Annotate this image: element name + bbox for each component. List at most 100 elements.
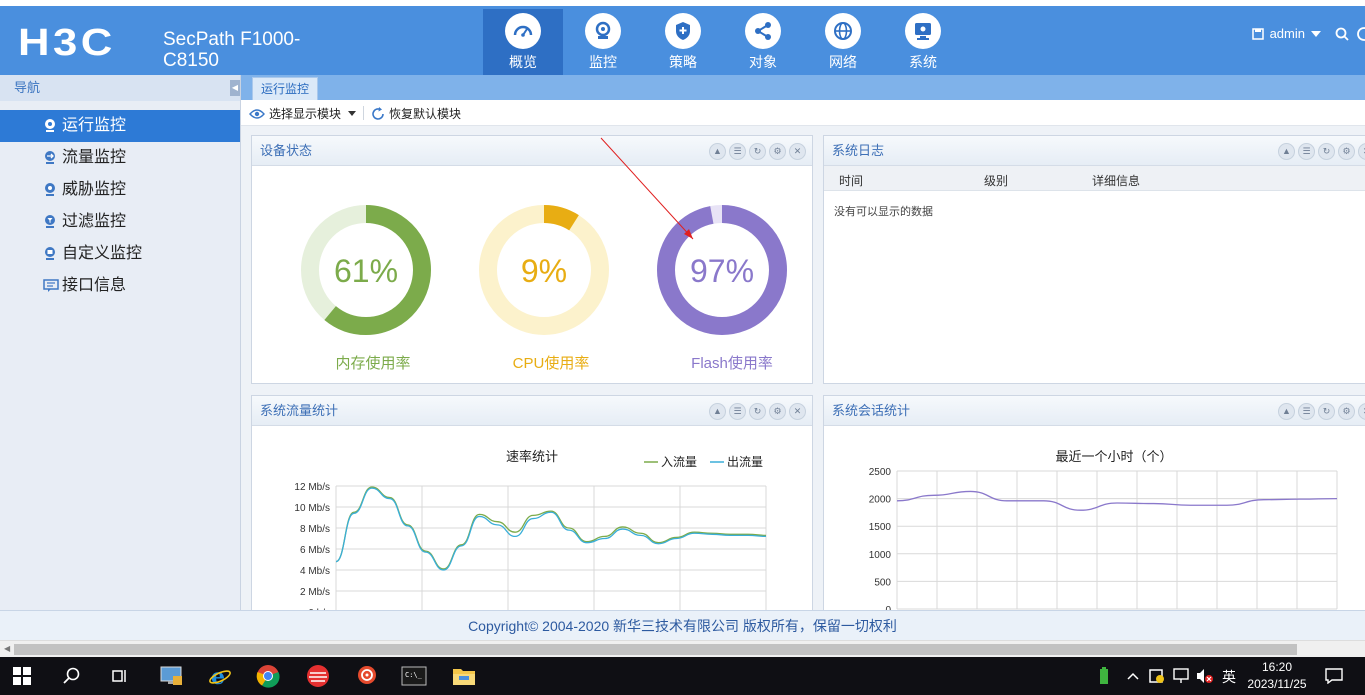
nav-label: 策略 (669, 54, 697, 70)
gear-icon[interactable]: ⚙ (1338, 403, 1355, 420)
collapse-left-icon[interactable]: ◀ (230, 80, 240, 96)
threat-icon (45, 183, 55, 196)
refresh-icon[interactable]: ↻ (1318, 403, 1335, 420)
traffic-icon (45, 151, 55, 164)
file-explorer-icon[interactable] (450, 662, 478, 690)
windows-start-icon[interactable] (8, 662, 36, 690)
sidebar-item-label: 自定义监控 (62, 245, 143, 262)
camera-icon (45, 119, 55, 132)
y-tick-label: 1000 (869, 550, 892, 561)
collapse-icon[interactable]: ▲ (709, 403, 726, 420)
column-header[interactable]: 级别 (984, 172, 1008, 189)
column-header[interactable]: 时间 (839, 172, 863, 189)
nav-object[interactable]: 对象 (723, 9, 803, 75)
notification-icon[interactable] (1320, 662, 1348, 690)
memory-label: 内存使用率 (335, 355, 411, 372)
snail-app-icon[interactable] (352, 662, 380, 690)
traffic-line-chart: 速率统计 12 Mb/s 10 Mb/s 8 Mb/s 6 Mb/s 4 Mb/s 2 Mb… (294, 449, 767, 610)
collapse-icon[interactable]: ▲ (1278, 143, 1295, 160)
chevron-up-icon[interactable] (1122, 662, 1144, 690)
panel-controls: ▲ ☰ ↻ ⚙ ✕ (709, 143, 806, 160)
close-icon[interactable]: ✕ (1358, 403, 1365, 420)
sidebar-item-label: 过滤监控 (62, 213, 127, 230)
cpu-gauge: 9% (474, 200, 614, 340)
search-icon[interactable] (58, 662, 86, 690)
panel-title: 系统会话统计 (832, 403, 911, 418)
search-icon[interactable] (1335, 27, 1349, 41)
panel-controls: ▲ ☰ ↻ ⚙ ✕ (1278, 143, 1365, 160)
task-view-icon[interactable] (106, 662, 134, 690)
sidebar-item-traffic-monitor[interactable]: 流量监控 (0, 142, 240, 174)
refresh-icon[interactable]: ↻ (749, 143, 766, 160)
annotation-arrow (600, 137, 694, 240)
nav-system[interactable]: 系统 (883, 9, 963, 75)
ime-indicator[interactable]: 英 (1222, 667, 1236, 687)
remote-desktop-icon[interactable] (158, 662, 186, 690)
tab-run-monitor[interactable]: 运行监控 (252, 77, 319, 100)
security-tray-icon[interactable] (1146, 662, 1168, 690)
sidebar-item-custom-monitor[interactable]: 自定义监控 (0, 238, 240, 270)
system-log-panel: 系统日志 ▲ ☰ ↻ ⚙ ✕ 时间 级别 详细信息 没有可以显示的数据 (823, 135, 1365, 384)
gear-icon[interactable]: ⚙ (769, 143, 786, 160)
list-icon[interactable]: ☰ (1298, 143, 1315, 160)
chrome-icon[interactable] (254, 662, 282, 690)
list-icon[interactable]: ☰ (729, 403, 746, 420)
cpu-label: CPU使用率 (512, 355, 590, 372)
gauge-value: 61% (334, 253, 398, 289)
sidebar-item-interface-info[interactable]: 接口信息 (0, 270, 240, 302)
list-icon[interactable]: ☰ (729, 143, 746, 160)
chart-title: 速率统计 (506, 449, 558, 464)
nav-network[interactable]: 网络 (803, 9, 883, 75)
flash-label: Flash使用率 (691, 355, 773, 372)
column-header[interactable]: 详细信息 (1092, 172, 1140, 189)
y-tick-label: 500 (874, 577, 891, 588)
nav-monitor[interactable]: 监控 (563, 9, 643, 75)
gear-icon[interactable]: ⚙ (1338, 143, 1355, 160)
sidebar-item-threat-monitor[interactable]: 威胁监控 (0, 174, 240, 206)
collapse-icon[interactable]: ▲ (1278, 403, 1295, 420)
more-icon[interactable] (1355, 26, 1365, 41)
battery-app-icon[interactable] (1093, 662, 1115, 690)
gear-icon[interactable]: ⚙ (769, 403, 786, 420)
restore-default-button[interactable]: 恢复默认模块 (371, 105, 461, 122)
series-line (335, 487, 767, 571)
red-app-icon[interactable] (304, 662, 332, 690)
dashboard-content: 设备状态 ▲ ☰ ↻ ⚙ ✕ 61% 内存使用率 9% CPU使用率 97% F… (241, 126, 1365, 610)
clock[interactable]: 16:20 2023/11/25 (1244, 659, 1310, 693)
nav-policy[interactable]: 策略 (643, 9, 723, 75)
select-modules-button[interactable]: 选择显示模块 (249, 105, 357, 122)
caret-down-icon (348, 111, 357, 116)
ie-browser-icon[interactable]: e (206, 662, 234, 690)
sidebar-item-run-monitor[interactable]: 运行监控 (0, 110, 240, 142)
close-icon[interactable]: ✕ (789, 143, 806, 160)
refresh-icon[interactable]: ↻ (749, 403, 766, 420)
windows-taskbar: e C:\_ 英 16:20 2023/11/25 (0, 657, 1365, 695)
scrollbar-thumb[interactable] (14, 644, 1297, 655)
device-status-panel: 设备状态 ▲ ☰ ↻ ⚙ ✕ 61% 内存使用率 9% CPU使用率 97% F… (251, 135, 813, 384)
list-icon[interactable]: ☰ (1298, 403, 1315, 420)
user-menu[interactable]: admin (1251, 26, 1365, 41)
nav-label: 系统 (909, 54, 937, 70)
close-icon[interactable]: ✕ (1358, 143, 1365, 160)
network-icon[interactable] (1170, 662, 1192, 690)
horizontal-scrollbar[interactable]: ◀ (0, 640, 1365, 657)
y-tick-label: 2000 (869, 495, 892, 506)
module-toolbar: 选择显示模块 恢复默认模块 (241, 100, 1365, 126)
toolbar-divider (363, 106, 364, 120)
scroll-left-icon[interactable]: ◀ (4, 644, 10, 653)
refresh-icon[interactable]: ↻ (1318, 143, 1335, 160)
y-tick-label: 1500 (869, 522, 892, 533)
legend-label[interactable]: 出流量 (727, 455, 763, 469)
close-icon[interactable]: ✕ (789, 403, 806, 420)
collapse-icon[interactable]: ▲ (709, 143, 726, 160)
restore-default-label: 恢复默认模块 (389, 107, 462, 121)
monitor-icon (905, 13, 941, 49)
globe-icon (825, 13, 861, 49)
terminal-icon[interactable]: C:\_ (400, 662, 428, 690)
nav-overview[interactable]: 概览 (483, 9, 563, 75)
legend-label[interactable]: 入流量 (661, 455, 697, 469)
volume-muted-icon[interactable] (1194, 662, 1216, 690)
sidebar-item-filter-monitor[interactable]: 过滤监控 (0, 206, 240, 238)
panel-controls: ▲ ☰ ↻ ⚙ ✕ (1278, 403, 1365, 420)
top-header: H3C SecPath F1000-C8150 概览 监控 策略 对象 网络 系… (0, 6, 1365, 75)
